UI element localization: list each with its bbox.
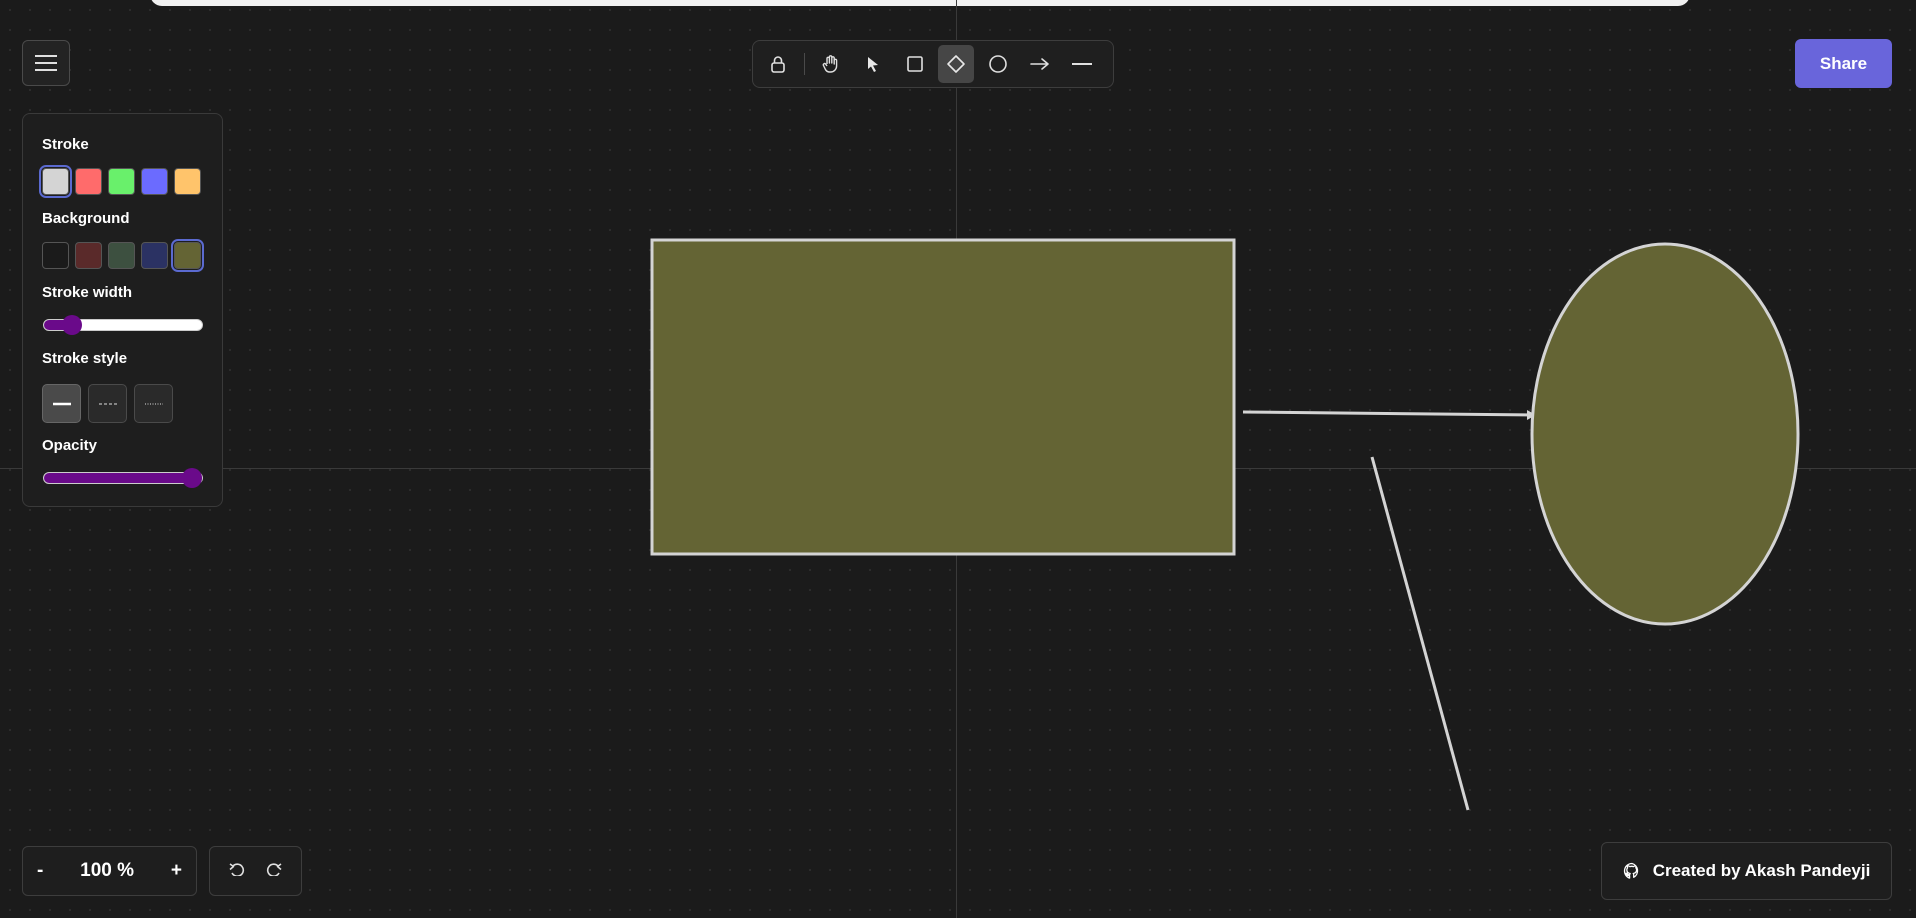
stroke-swatch-yellow[interactable]	[174, 168, 201, 195]
properties-panel: Stroke Background Stroke width Stroke st…	[22, 113, 223, 507]
share-button[interactable]: Share	[1795, 39, 1892, 88]
stroke-style-dotted-button[interactable]	[134, 384, 173, 423]
stroke-width-slider-thumb[interactable]	[62, 315, 83, 335]
solid-line-icon	[52, 402, 71, 405]
tool-hand[interactable]	[813, 45, 849, 83]
redo-button[interactable]	[265, 862, 283, 881]
canvas-line[interactable]	[1370, 456, 1470, 811]
stroke-swatch-red[interactable]	[75, 168, 102, 195]
stroke-color-swatches	[39, 165, 207, 198]
tool-ellipse[interactable]	[980, 45, 1016, 83]
stroke-swatch-green[interactable]	[108, 168, 135, 195]
opacity-slider-fill	[44, 473, 202, 483]
canvas-ellipse[interactable]	[1530, 242, 1800, 626]
dotted-line-icon	[144, 402, 163, 405]
history-controls	[209, 846, 302, 896]
opacity-label: Opacity	[42, 437, 98, 454]
stroke-swatch-blue[interactable]	[141, 168, 168, 195]
toolbar-divider	[803, 53, 805, 75]
stroke-label: Stroke	[42, 136, 89, 153]
background-swatch-green[interactable]	[108, 242, 135, 269]
opacity-slider[interactable]	[43, 468, 203, 488]
tool-select[interactable]	[855, 45, 891, 83]
circle-icon	[989, 55, 1008, 73]
stroke-style-solid-button[interactable]	[42, 384, 81, 423]
canvas-arrow[interactable]	[1242, 410, 1535, 417]
tool-line[interactable]	[1064, 45, 1100, 83]
pointer-icon	[867, 57, 878, 72]
tool-rectangle[interactable]	[897, 45, 933, 83]
stroke-style-dashed-button[interactable]	[88, 384, 127, 423]
arrow-right-icon	[1030, 58, 1049, 70]
square-icon	[906, 56, 923, 72]
zoom-controls: - 100 % +	[22, 846, 197, 896]
canvas-shapes	[650, 238, 1800, 811]
background-swatch-transparent[interactable]	[42, 242, 69, 269]
undo-icon	[229, 862, 244, 877]
background-swatch-red[interactable]	[75, 242, 102, 269]
tool-arrow[interactable]	[1022, 45, 1058, 83]
tool-diamond[interactable]	[938, 45, 975, 83]
line-icon	[1072, 63, 1092, 65]
redo-icon	[267, 862, 282, 877]
opacity-slider-thumb[interactable]	[182, 468, 202, 488]
main-menu-button[interactable]	[22, 40, 70, 86]
stroke-style-label: Stroke style	[42, 350, 128, 367]
hamburger-menu-icon	[35, 55, 57, 71]
tool-lock[interactable]	[760, 45, 796, 83]
dashed-line-icon	[98, 402, 117, 405]
stroke-width-slider[interactable]	[43, 315, 203, 335]
hand-icon	[822, 55, 838, 73]
zoom-out-button[interactable]: -	[37, 860, 43, 882]
background-swatch-olive[interactable]	[171, 239, 204, 272]
zoom-in-button[interactable]: +	[171, 860, 182, 882]
lock-icon	[771, 56, 785, 73]
canvas-rectangle[interactable]	[650, 238, 1236, 556]
stroke-swatch-gray[interactable]	[39, 165, 72, 198]
shape-toolbar	[752, 40, 1114, 88]
stroke-width-label: Stroke width	[42, 284, 133, 301]
github-credit-link[interactable]: Created by Akash Pandeyji	[1601, 842, 1892, 900]
github-icon	[1623, 862, 1641, 880]
background-color-swatches	[42, 239, 207, 272]
background-label: Background	[42, 210, 130, 227]
background-swatch-blue[interactable]	[141, 242, 168, 269]
zoom-level[interactable]: 100 %	[80, 860, 134, 882]
undo-button[interactable]	[228, 862, 246, 881]
credit-text: Created by Akash Pandeyji	[1652, 861, 1871, 880]
stroke-style-options	[42, 384, 180, 423]
diamond-icon	[947, 55, 966, 73]
